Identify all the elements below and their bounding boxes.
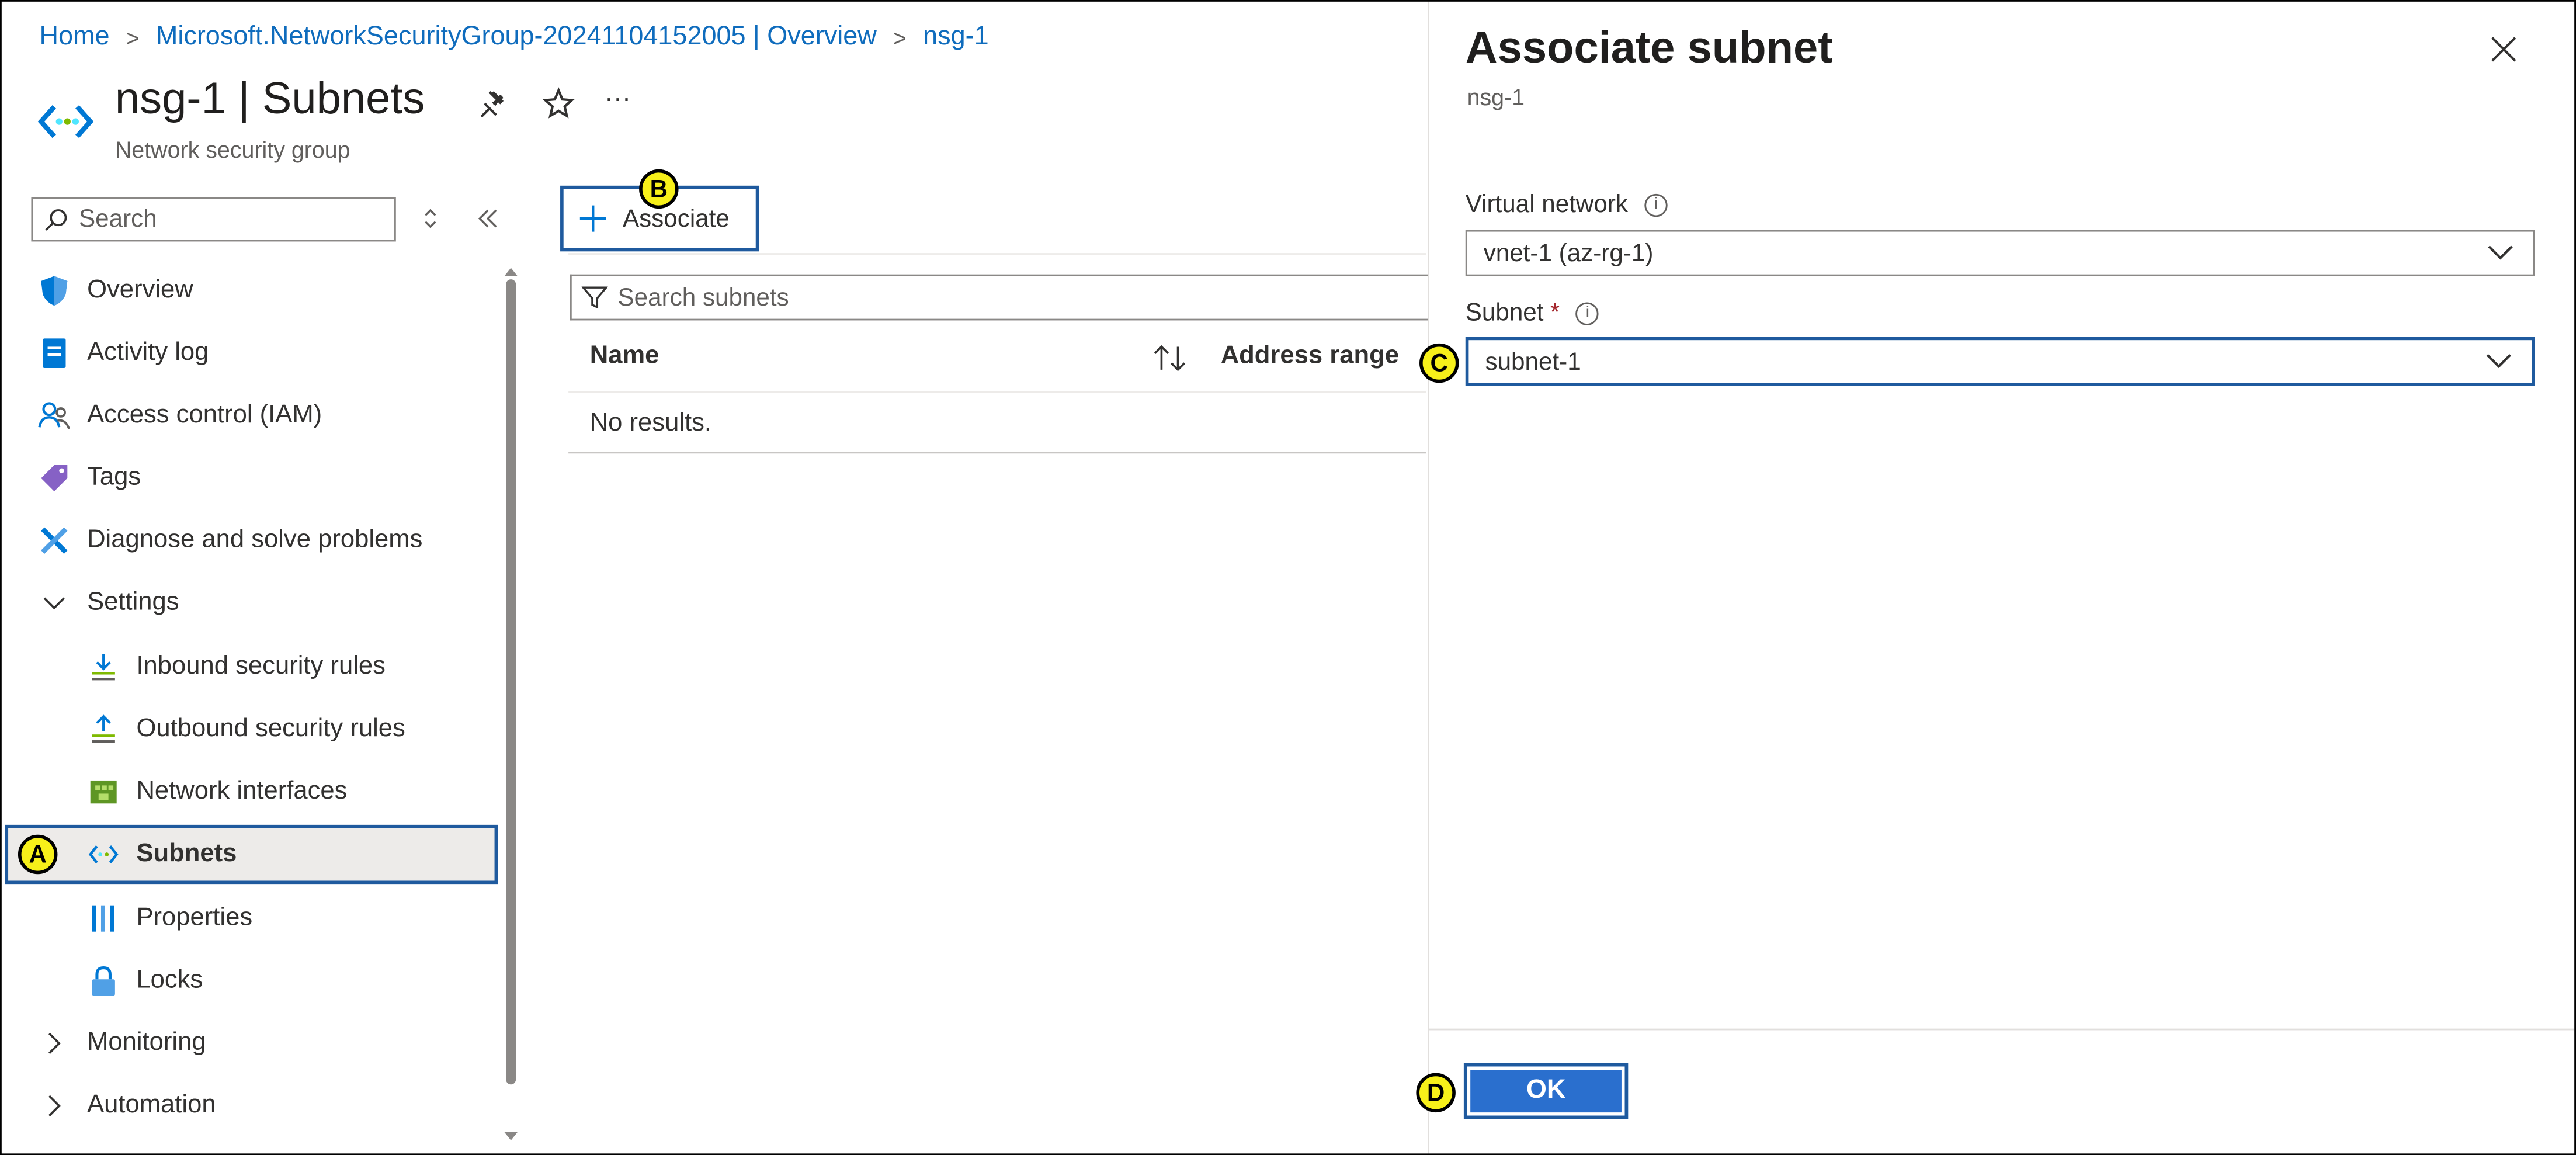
screenshot-border — [0, 0, 2576, 1155]
